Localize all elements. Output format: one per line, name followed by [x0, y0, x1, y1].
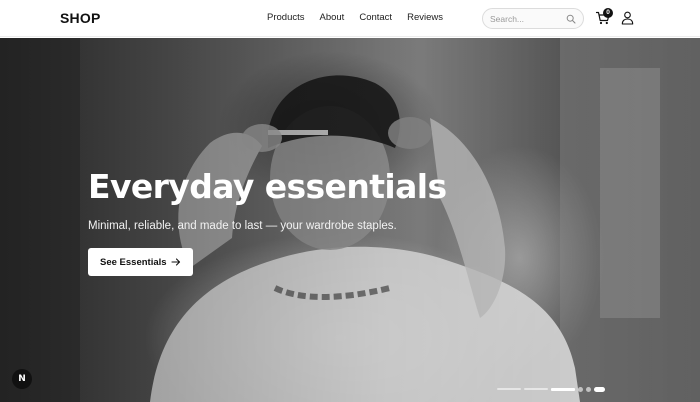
framework-badge[interactable]: N: [12, 369, 32, 389]
see-essentials-button[interactable]: See Essentials: [88, 248, 193, 276]
nav-link-reviews[interactable]: Reviews: [407, 12, 443, 23]
search-input[interactable]: [490, 11, 568, 26]
logo[interactable]: SHOP: [60, 10, 100, 26]
carousel-indicators: [497, 386, 605, 392]
search-icon[interactable]: [566, 14, 576, 24]
search-box: [482, 8, 584, 29]
user-icon[interactable]: [621, 11, 634, 25]
arrow-right-icon: [171, 258, 181, 266]
see-essentials-label: See Essentials: [100, 256, 167, 268]
nav-link-contact[interactable]: Contact: [359, 12, 392, 23]
carousel-indicator-2[interactable]: [524, 388, 548, 390]
cart-count-badge: 0: [603, 8, 613, 18]
main-nav: Products About Contact Reviews: [267, 12, 443, 23]
nav-link-about[interactable]: About: [320, 12, 345, 23]
hero-title: Everyday essentials: [88, 167, 447, 206]
site-header: SHOP Products About Contact Reviews 0: [0, 0, 700, 37]
carousel-indicator-6[interactable]: [594, 386, 605, 392]
carousel-indicator-1[interactable]: [497, 388, 521, 390]
hero-banner: Everyday essentials Minimal, reliable, a…: [0, 38, 700, 402]
carousel-indicator-3[interactable]: [551, 387, 575, 391]
carousel-indicator-5[interactable]: [586, 386, 591, 392]
hero-subtitle: Minimal, reliable, and made to last — yo…: [88, 220, 397, 232]
carousel-indicator-4[interactable]: [578, 386, 583, 392]
nav-link-products[interactable]: Products: [267, 12, 305, 23]
